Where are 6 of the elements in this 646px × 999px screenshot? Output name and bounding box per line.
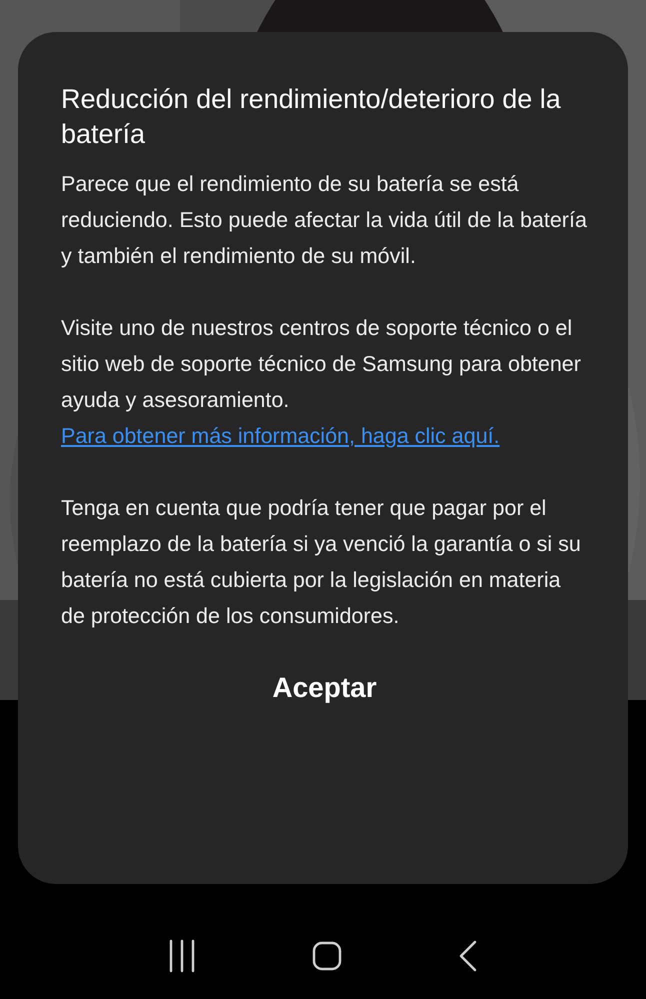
message-paragraph: Tenga en cuenta que podría tener que pagar por el reemplazo de la batería si ya venció la garantía o si su batería no está cubierta por la legislación en materia de protección de los consumidores. — [61, 495, 582, 630]
message-paragraph: Visite uno de nuestros centros de soporte técnico o el sitio web de soporte técnico de Samsung para obtener ayuda y asesoramiento. Para obtener más información, haga clic aquí. — [61, 315, 582, 450]
more-info-link[interactable]: Para obtener más información, haga clic aquí. — [61, 424, 500, 448]
dialog-title: Reducción del rendimiento/deterioro de la batería — [61, 83, 562, 151]
message-paragraph: Parece que el rendimiento de su batería se está reduciendo. Esto puede afectar la vida útil de la batería y también el rendimiento de su móvil. — [61, 171, 588, 270]
accept-button[interactable]: Aceptar — [252, 666, 397, 710]
